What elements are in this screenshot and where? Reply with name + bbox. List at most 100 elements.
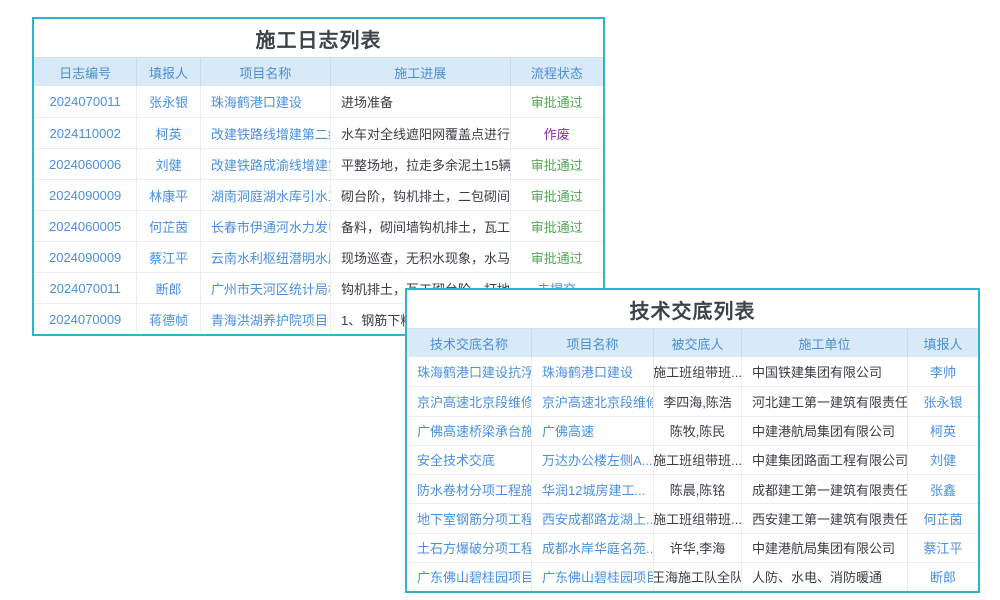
cell-text: 西安建工第一建筑有限责任公司 <box>742 504 908 532</box>
cell-link[interactable]: 何芷茵 <box>137 211 201 241</box>
cell-link[interactable]: 广佛高速 <box>532 417 654 445</box>
table-row: 广佛高速桥梁承台施...广佛高速陈牧,陈民中建港航局集团有限公司柯英 <box>407 416 978 445</box>
cell-link[interactable]: 柯英 <box>908 417 978 445</box>
cell-link[interactable]: 林康平 <box>137 180 201 210</box>
status-badge: 审批通过 <box>511 180 603 210</box>
cell-link[interactable]: 广东佛山碧桂园项目... <box>407 563 532 591</box>
cell-link[interactable]: 土石方爆破分项工程... <box>407 534 532 562</box>
cell-link[interactable]: 刘健 <box>908 446 978 474</box>
cell-link[interactable]: 2024060005 <box>34 211 137 241</box>
cell-text: 李四海,陈浩 <box>654 387 742 415</box>
tech-disclosure-card: 技术交底列表 技术交底名称项目名称被交底人施工单位填报人 珠海鹤港口建设抗浮..… <box>405 288 980 593</box>
cell-link[interactable]: 断郎 <box>908 563 978 591</box>
cell-text: 陈晨,陈铭 <box>654 475 742 503</box>
cell-link[interactable]: 西安成都路龙湖上... <box>532 504 654 532</box>
table-header-row: 技术交底名称项目名称被交底人施工单位填报人 <box>407 328 978 357</box>
cell-link[interactable]: 珠海鹤港口建设 <box>201 86 331 117</box>
cell-text: 水车对全线遮阳网覆盖点进行... <box>331 118 511 148</box>
table-row: 土石方爆破分项工程...成都水岸华庭名苑...许华,李海中建港航局集团有限公司蔡… <box>407 533 978 562</box>
cell-link[interactable]: 柯英 <box>137 118 201 148</box>
cell-text: 中建港航局集团有限公司 <box>742 417 908 445</box>
column-header: 技术交底名称 <box>407 329 532 357</box>
cell-link[interactable]: 防水卷材分项工程施... <box>407 475 532 503</box>
tech-disclosure-title: 技术交底列表 <box>407 290 978 328</box>
table-row: 安全技术交底万达办公楼左侧A...施工班组带班...中建集团路面工程有限公司刘健 <box>407 445 978 474</box>
cell-link[interactable]: 李帅 <box>908 357 978 386</box>
cell-link[interactable]: 广佛高速桥梁承台施... <box>407 417 532 445</box>
cell-link[interactable]: 万达办公楼左侧A... <box>532 446 654 474</box>
table-header-row: 日志编号填报人项目名称施工进展流程状态 <box>34 57 603 86</box>
table-row: 广东佛山碧桂园项目...广东佛山碧桂园项目王海施工队全队人防、水电、消防暖通断郎 <box>407 562 978 591</box>
cell-link[interactable]: 张永银 <box>908 387 978 415</box>
cell-text: 备料，砌间墙钩机排土，瓦工... <box>331 211 511 241</box>
cell-link[interactable]: 张鑫 <box>908 475 978 503</box>
cell-link[interactable]: 2024070011 <box>34 273 137 303</box>
cell-link[interactable]: 2024060006 <box>34 149 137 179</box>
status-badge: 审批通过 <box>511 149 603 179</box>
cell-link[interactable]: 蔡江平 <box>908 534 978 562</box>
table-body: 珠海鹤港口建设抗浮...珠海鹤港口建设施工班组带班...中国铁建集团有限公司李帅… <box>407 357 978 591</box>
cell-text: 砌台阶，钩机排土，二包砌间... <box>331 180 511 210</box>
cell-link[interactable]: 广东佛山碧桂园项目 <box>532 563 654 591</box>
cell-link[interactable]: 华润12城房建工... <box>532 475 654 503</box>
cell-text: 施工班组带班... <box>654 446 742 474</box>
cell-link[interactable]: 云南水利枢纽潜明水库一... <box>201 242 331 272</box>
cell-link[interactable]: 何芷茵 <box>908 504 978 532</box>
table-row: 2024070011张永银珠海鹤港口建设进场准备审批通过 <box>34 86 603 117</box>
cell-link[interactable]: 张永银 <box>137 86 201 117</box>
cell-link[interactable]: 改建铁路成渝线增建第二... <box>201 149 331 179</box>
cell-link[interactable]: 2024090009 <box>34 180 137 210</box>
cell-link[interactable]: 蒋德帧 <box>137 304 201 334</box>
cell-text: 人防、水电、消防暖通 <box>742 563 908 591</box>
cell-link[interactable]: 蔡江平 <box>137 242 201 272</box>
cell-text: 平整场地，拉走多余泥土15辆... <box>331 149 511 179</box>
cell-link[interactable]: 刘健 <box>137 149 201 179</box>
column-header: 被交底人 <box>654 329 742 357</box>
cell-text: 许华,李海 <box>654 534 742 562</box>
table-row: 珠海鹤港口建设抗浮...珠海鹤港口建设施工班组带班...中国铁建集团有限公司李帅 <box>407 357 978 386</box>
status-badge: 作废 <box>511 118 603 148</box>
column-header: 流程状态 <box>511 58 603 86</box>
cell-link[interactable]: 京沪高速北京段维修... <box>407 387 532 415</box>
cell-link[interactable]: 2024070011 <box>34 86 137 117</box>
cell-text: 中国铁建集团有限公司 <box>742 357 908 386</box>
cell-text: 施工班组带班... <box>654 357 742 386</box>
status-badge: 审批通过 <box>511 242 603 272</box>
cell-link[interactable]: 断郎 <box>137 273 201 303</box>
cell-text: 施工班组带班... <box>654 504 742 532</box>
cell-text: 河北建工第一建筑有限责任公司 <box>742 387 908 415</box>
cell-link[interactable]: 2024090009 <box>34 242 137 272</box>
cell-link[interactable]: 长春市伊通河水力发电厂... <box>201 211 331 241</box>
column-header: 施工进展 <box>331 58 511 86</box>
column-header: 填报人 <box>137 58 201 86</box>
table-row: 京沪高速北京段维修...京沪高速北京段维修李四海,陈浩河北建工第一建筑有限责任公… <box>407 386 978 415</box>
table-row: 防水卷材分项工程施...华润12城房建工...陈晨,陈铭成都建工第一建筑有限责任… <box>407 474 978 503</box>
cell-text: 成都建工第一建筑有限责任公司 <box>742 475 908 503</box>
cell-link[interactable]: 地下室钢筋分项工程... <box>407 504 532 532</box>
cell-text: 王海施工队全队 <box>654 563 742 591</box>
table-row: 2024110002柯英改建铁路线增建第二线直...水车对全线遮阳网覆盖点进行.… <box>34 117 603 148</box>
cell-link[interactable]: 广州市天河区统计局机房... <box>201 273 331 303</box>
table-row: 2024090009蔡江平云南水利枢纽潜明水库一...现场巡查，无积水现象，水马… <box>34 241 603 272</box>
cell-text: 现场巡查，无积水现象，水马... <box>331 242 511 272</box>
status-badge: 审批通过 <box>511 211 603 241</box>
cell-link[interactable]: 京沪高速北京段维修 <box>532 387 654 415</box>
cell-link[interactable]: 珠海鹤港口建设 <box>532 357 654 386</box>
column-header: 项目名称 <box>201 58 331 86</box>
construction-log-title: 施工日志列表 <box>34 19 603 57</box>
cell-link[interactable]: 青海洪湖养护院项目 <box>201 304 331 334</box>
table-row: 2024060005何芷茵长春市伊通河水力发电厂...备料，砌间墙钩机排土，瓦工… <box>34 210 603 241</box>
cell-link[interactable]: 安全技术交底 <box>407 446 532 474</box>
table-row: 地下室钢筋分项工程...西安成都路龙湖上...施工班组带班...西安建工第一建筑… <box>407 503 978 532</box>
cell-link[interactable]: 2024110002 <box>34 118 137 148</box>
cell-link[interactable]: 湖南洞庭湖水库引水工程... <box>201 180 331 210</box>
cell-link[interactable]: 珠海鹤港口建设抗浮... <box>407 357 532 386</box>
cell-text: 进场准备 <box>331 86 511 117</box>
cell-link[interactable]: 成都水岸华庭名苑... <box>532 534 654 562</box>
cell-text: 中建港航局集团有限公司 <box>742 534 908 562</box>
cell-text: 中建集团路面工程有限公司 <box>742 446 908 474</box>
cell-link[interactable]: 2024070009 <box>34 304 137 334</box>
column-header: 项目名称 <box>532 329 654 357</box>
column-header: 施工单位 <box>742 329 908 357</box>
cell-link[interactable]: 改建铁路线增建第二线直... <box>201 118 331 148</box>
